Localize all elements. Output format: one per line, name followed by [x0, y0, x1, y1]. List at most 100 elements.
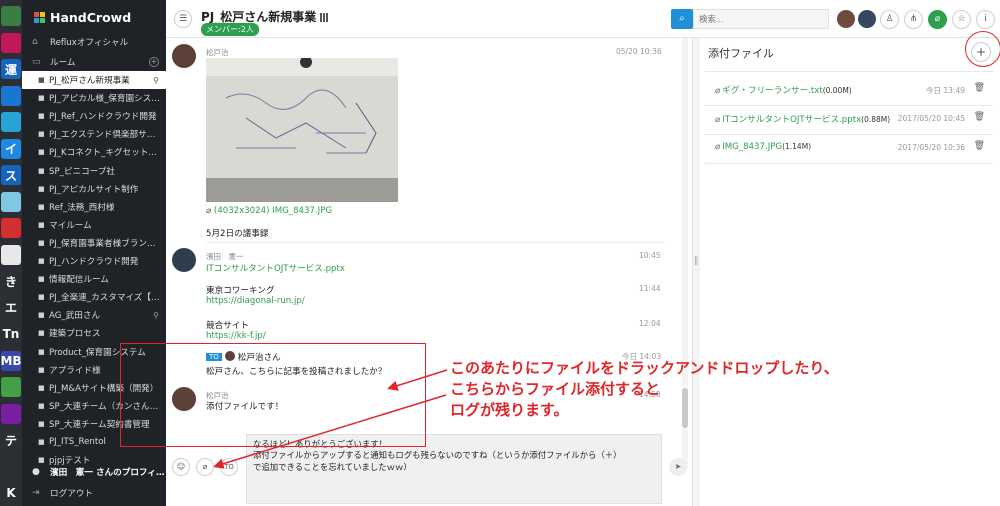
- trash-icon[interactable]: 🗑︎: [974, 83, 985, 93]
- lock-icon: ■: [38, 311, 45, 320]
- attachment-link[interactable]: ⌀ (4032x3024) IMG_8437.JPG: [206, 206, 332, 216]
- whiteboard-photo[interactable]: [206, 58, 398, 202]
- sidebar-room-item[interactable]: ■ PJ_Ref_ハンドクラウド開発: [22, 107, 166, 125]
- avatar[interactable]: [858, 10, 876, 28]
- info-icon[interactable]: i: [976, 10, 995, 29]
- sidebar-room-item[interactable]: ■ PJ_エクステンド倶楽部サイ…: [22, 125, 166, 143]
- trash-icon[interactable]: 🗑︎: [974, 141, 985, 151]
- chat-scrollbar[interactable]: [682, 38, 688, 468]
- menu-icon[interactable]: ☰: [174, 10, 192, 28]
- room-label: PJ_松戸さん新規事業: [49, 76, 130, 86]
- message-text: 5月2日の議事録: [206, 229, 269, 239]
- profile-item[interactable]: ● 濱田 憲一 さんのプロフィ…: [22, 463, 166, 481]
- app-shortcut-icon[interactable]: [1, 32, 21, 53]
- send-icon[interactable]: ➤: [669, 458, 687, 476]
- message-link[interactable]: ITコンサルタントOJTサービス.pptx: [206, 262, 345, 274]
- attachment-icon[interactable]: ⌀: [928, 10, 947, 29]
- message-text: 東京コワーキング: [206, 286, 275, 296]
- app-shortcut-icon[interactable]: [1, 244, 21, 265]
- room-label: PJ_Ref_ハンドクラウド開発: [49, 112, 157, 123]
- message-link[interactable]: https://kk-f.jp/: [206, 331, 266, 341]
- file-row[interactable]: ⌀ IMG_8437.JPG(1.14M) 2017/05/20 10:36 🗑︎: [705, 134, 993, 163]
- room-label: AG_武田さん: [49, 311, 101, 322]
- message-link[interactable]: https://diagonal-run.jp/: [206, 296, 305, 306]
- app-shortcut-icon[interactable]: き: [1, 271, 21, 291]
- emoji-icon[interactable]: ☺: [172, 458, 190, 476]
- app-shortcut-icon[interactable]: [1, 85, 21, 106]
- app-shortcut-icon[interactable]: イ: [1, 138, 21, 159]
- qr-code-icon[interactable]: [320, 13, 330, 22]
- avatar[interactable]: [172, 248, 196, 272]
- annotation-text: こちらからファイル添付すると: [450, 380, 661, 398]
- sidebar-room-item[interactable]: ■ 情報配信ルーム: [22, 270, 166, 288]
- app-shortcut-icon[interactable]: エ: [1, 297, 21, 318]
- app-shortcut-icon[interactable]: [1, 6, 21, 26]
- sidebar-room-item[interactable]: ■ マイルーム: [22, 216, 166, 234]
- composer-line: で追加できることを忘れていましたｗｗ）: [253, 461, 412, 472]
- app-shortcut-icon[interactable]: ス: [1, 165, 21, 185]
- sidebar-room-item[interactable]: ■ AG_武田さん ⚲: [22, 306, 166, 324]
- sidebar-room-item[interactable]: ■ PJ_ハンドクラウド開発: [22, 252, 166, 270]
- file-date: 今日 13:49: [926, 86, 965, 95]
- sidebar-room-item[interactable]: ■ PJ_全楽連_カスタマイズ【…: [22, 288, 166, 306]
- attach-file-icon[interactable]: ⌀: [196, 458, 214, 476]
- sidebar-room-item[interactable]: ■ 建築プロセス: [22, 324, 166, 342]
- file-row[interactable]: ⌀ ギグ・フリーランサー.txt(0.00M) 今日 13:49 🗑︎: [705, 76, 993, 105]
- message-text: 競合サイト: [206, 321, 249, 331]
- whiteboard-image: [206, 58, 398, 202]
- members-badge[interactable]: メンバー:2人: [201, 23, 259, 36]
- app-shortcut-icon[interactable]: [1, 218, 21, 238]
- lock-icon: ■: [38, 202, 45, 211]
- add-room-icon[interactable]: +: [149, 57, 159, 67]
- sidebar-room-item[interactable]: ■ PJ_アピカル様_保育園シス…: [22, 89, 166, 107]
- app-shortcut-icon[interactable]: 運: [1, 59, 21, 79]
- member-icon[interactable]: ♙: [880, 10, 899, 29]
- message-time: 11:44: [639, 284, 661, 293]
- org-chart-icon[interactable]: ⋔: [904, 10, 923, 29]
- scrollbar-thumb[interactable]: [682, 388, 688, 428]
- app-shortcut-icon[interactable]: Tn: [1, 324, 21, 344]
- file-link[interactable]: ⌀ IMG_8437.JPG(1.14M): [715, 142, 811, 152]
- sidebar-room-item[interactable]: ■ PJ_松戸さん新規事業 ⚲: [22, 71, 166, 89]
- pin-icon[interactable]: ⚲: [153, 311, 159, 320]
- to-button[interactable]: TO: [220, 458, 238, 476]
- logout-item[interactable]: ⇥ ログアウト: [22, 484, 166, 502]
- paperclip-icon: ⌀: [715, 86, 721, 96]
- file-link[interactable]: ⌀ ITコンサルタントOJTサービス.pptx(0.88M): [715, 113, 890, 125]
- room-label: SP_ピニコープ社: [49, 166, 115, 177]
- avatar[interactable]: [172, 44, 196, 68]
- sidebar-room-item[interactable]: ■ PJ_Kコネクト_キグセット…: [22, 143, 166, 161]
- message-time: 10:45: [639, 251, 661, 260]
- panel-resizer[interactable]: ‖: [692, 38, 700, 506]
- room-label: PJ_アピカル様_保育園シス…: [49, 94, 160, 105]
- file-link[interactable]: ⌀ ギグ・フリーランサー.txt(0.00M): [715, 84, 852, 96]
- search-input[interactable]: [693, 9, 829, 29]
- app-shortcut-icon[interactable]: K: [1, 483, 21, 503]
- app-shortcut-icon[interactable]: [1, 403, 21, 424]
- home-icon: ⌂: [32, 37, 38, 47]
- org-item[interactable]: ⌂ Refluxオフィシャル: [22, 33, 166, 51]
- app-shortcut-icon[interactable]: MB: [0, 350, 22, 371]
- lock-icon: ■: [38, 238, 45, 247]
- trash-icon[interactable]: 🗑︎: [974, 112, 985, 122]
- sidebar-room-item[interactable]: ■ PJ_保育園事業者様ブランデ…: [22, 234, 166, 252]
- app-shortcut-icon[interactable]: テ: [1, 430, 21, 450]
- search-icon[interactable]: ⌕: [671, 9, 693, 29]
- sidebar-room-item[interactable]: ■ SP_ピニコープ社: [22, 162, 166, 180]
- lock-icon: ■: [38, 275, 45, 284]
- sidebar-room-item[interactable]: ■ PJ_アピカルサイト制作: [22, 180, 166, 198]
- brand[interactable]: HandCrowd: [34, 10, 131, 25]
- avatar[interactable]: [837, 10, 855, 28]
- logout-icon: ⇥: [32, 488, 40, 498]
- app-shortcut-icon[interactable]: [1, 191, 21, 212]
- pin-icon[interactable]: ⚲: [153, 76, 159, 85]
- app-shortcut-icon[interactable]: [1, 377, 21, 397]
- app-shortcut-icon[interactable]: [1, 456, 21, 477]
- app-shortcut-icon[interactable]: [1, 112, 21, 132]
- lock-icon: ■: [38, 94, 45, 103]
- sidebar-room-item[interactable]: ■ Ref_法務_西村様: [22, 198, 166, 216]
- divider: [206, 242, 666, 243]
- file-row[interactable]: ⌀ ITコンサルタントOJTサービス.pptx(0.88M) 2017/05/20 …: [705, 105, 993, 134]
- rooms-header: ▭ ルーム +: [22, 53, 166, 71]
- star-icon[interactable]: ☆: [952, 10, 971, 29]
